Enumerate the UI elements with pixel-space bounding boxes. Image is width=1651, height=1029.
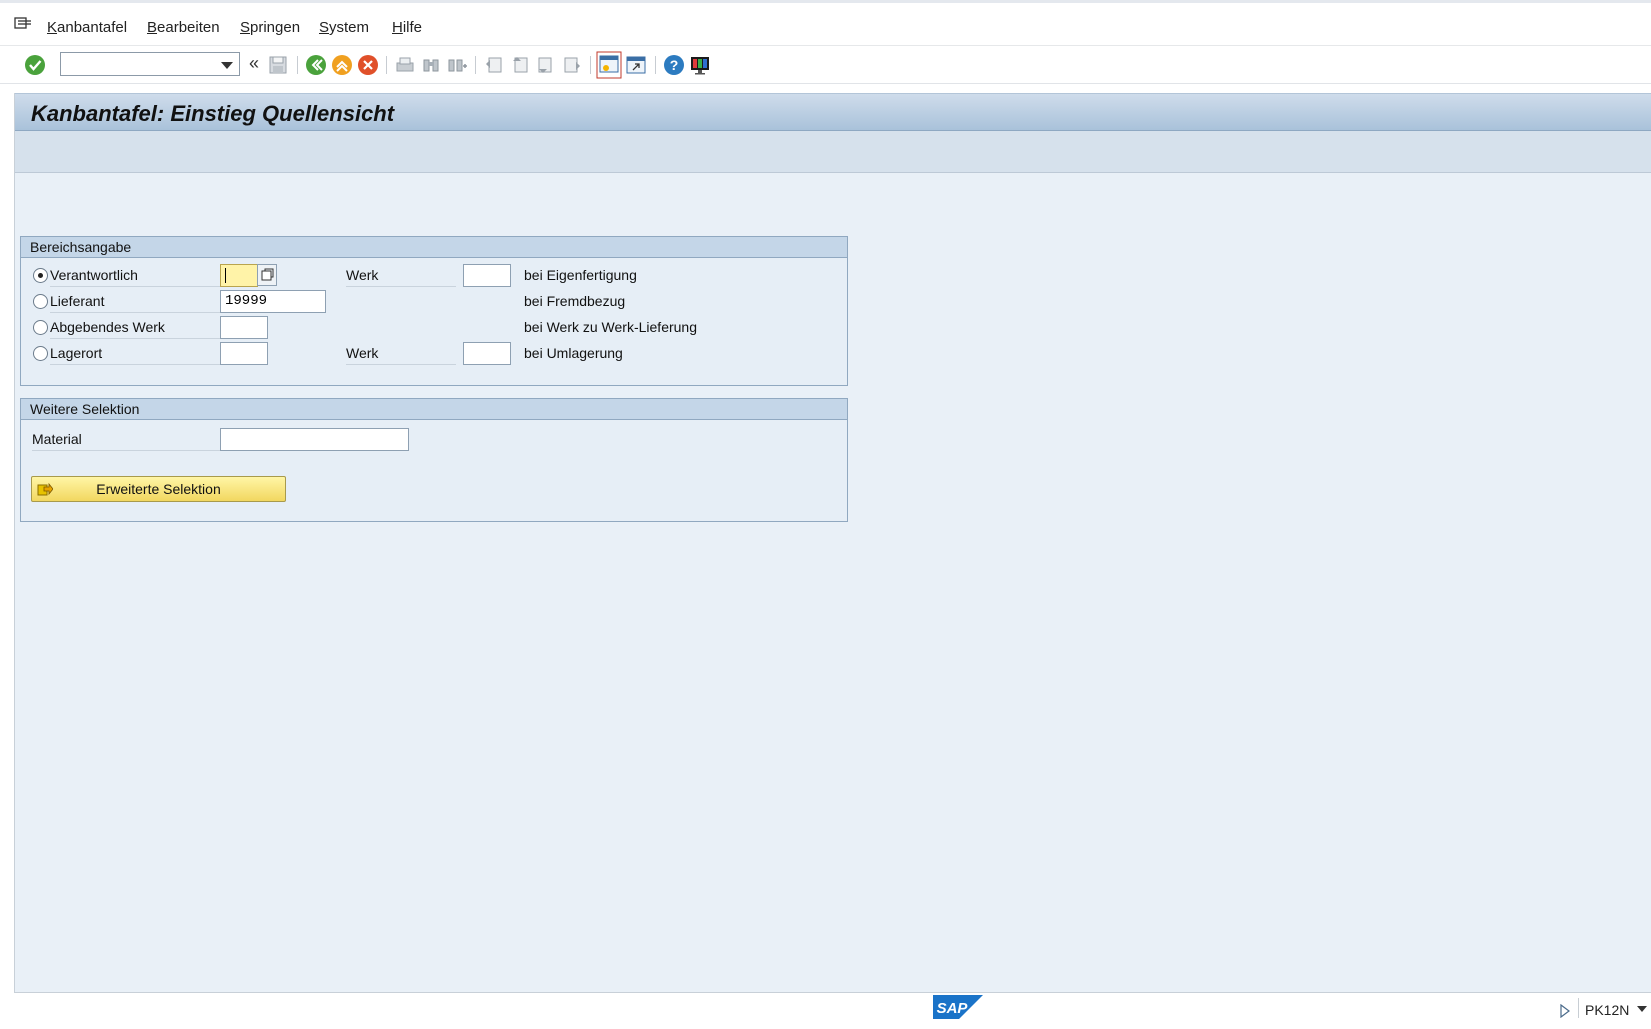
back-icon[interactable] xyxy=(305,54,327,76)
hint-eigenfertigung: bei Eigenfertigung xyxy=(524,267,637,283)
radio-lieferant[interactable] xyxy=(33,294,48,309)
value-help-button[interactable] xyxy=(257,264,277,286)
erweiterte-selektion-label: Erweiterte Selektion xyxy=(96,481,221,497)
lieferant-input[interactable]: 19999 xyxy=(220,290,326,313)
label-lagerort: Lagerort xyxy=(50,341,233,365)
label-abgebendes-werk: Abgebendes Werk xyxy=(50,315,233,339)
svg-text:SAP: SAP xyxy=(937,1000,969,1017)
radio-abgebendes-werk[interactable] xyxy=(33,320,48,335)
toolbar-separator xyxy=(297,56,298,74)
status-bar: SAP PK12N xyxy=(0,994,1651,1029)
label-lieferant: Lieferant xyxy=(50,289,233,313)
cancel-icon[interactable] xyxy=(357,54,379,76)
main-panel: Kanbantafel: Einstieg Quellensicht Berei… xyxy=(14,93,1651,993)
transaction-code[interactable]: PK12N xyxy=(1585,1002,1629,1018)
group-bereichsangabe: Bereichsangabe Verantwortlich Werk bei E… xyxy=(20,236,848,386)
werk-input-1[interactable] xyxy=(463,264,511,287)
customize-layout-icon[interactable] xyxy=(689,54,711,76)
expand-status-icon[interactable] xyxy=(1560,1004,1570,1018)
group-weitere-selektion: Weitere Selektion Material Erweiterte Se… xyxy=(20,398,848,522)
menu-kanbantafel[interactable]: Kanbantafel xyxy=(47,19,127,36)
verantwortlich-input[interactable] xyxy=(220,264,258,287)
page-title: Kanbantafel: Einstieg Quellensicht xyxy=(31,101,395,126)
menu-system[interactable]: System xyxy=(319,19,369,36)
group-header: Weitere Selektion xyxy=(21,399,847,420)
new-session-icon[interactable] xyxy=(596,51,622,79)
svg-text:?: ? xyxy=(670,57,679,73)
last-page-icon[interactable] xyxy=(561,54,583,76)
label-werk: Werk xyxy=(346,263,456,287)
next-page-icon[interactable] xyxy=(535,54,557,76)
menu-bar: Kanbantafel Bearbeiten Springen System H… xyxy=(0,0,1651,46)
toolbar-separator xyxy=(475,56,476,74)
material-input[interactable] xyxy=(220,428,409,451)
first-page-icon[interactable] xyxy=(483,54,505,76)
toolbar-separator xyxy=(590,56,591,74)
radio-lagerort[interactable] xyxy=(33,346,48,361)
hint-fremdbezug: bei Fremdbezug xyxy=(524,293,626,309)
application-toolbar xyxy=(15,131,1651,173)
shortcut-icon[interactable] xyxy=(625,54,647,76)
print-icon[interactable] xyxy=(394,54,416,76)
prev-page-icon[interactable] xyxy=(509,54,531,76)
label-werk: Werk xyxy=(346,341,456,365)
command-field[interactable] xyxy=(60,52,240,76)
collapse-command-icon[interactable]: « xyxy=(249,53,259,74)
enter-icon[interactable] xyxy=(24,54,46,76)
sap-logo: SAP xyxy=(933,995,983,1019)
text-caret xyxy=(225,268,226,283)
erweiterte-selektion-button[interactable]: Erweiterte Selektion xyxy=(31,476,286,502)
toolbar-separator xyxy=(386,56,387,74)
status-separator xyxy=(1578,998,1579,1018)
abgebendes-werk-input[interactable] xyxy=(220,316,268,339)
menu-hilfe[interactable]: Hilfe xyxy=(392,19,422,36)
find-next-icon[interactable] xyxy=(446,54,468,76)
execute-icon xyxy=(37,482,53,496)
copy-icon xyxy=(261,268,274,281)
menu-icon[interactable] xyxy=(14,16,32,32)
exit-icon[interactable] xyxy=(331,54,353,76)
chevron-down-icon[interactable] xyxy=(221,62,233,69)
save-icon[interactable] xyxy=(267,54,289,76)
label-verantwortlich: Verantwortlich xyxy=(50,263,233,287)
toolbar-separator xyxy=(655,56,656,74)
lagerort-input[interactable] xyxy=(220,342,268,365)
hint-umlagerung: bei Umlagerung xyxy=(524,345,623,361)
radio-verantwortlich[interactable] xyxy=(33,268,48,283)
system-toolbar: « ? xyxy=(0,46,1651,84)
hint-werk-zu-werk: bei Werk zu Werk-Lieferung xyxy=(524,319,697,335)
label-material: Material xyxy=(32,427,222,451)
werk-input-2[interactable] xyxy=(463,342,511,365)
help-icon[interactable]: ? xyxy=(663,54,685,76)
menu-springen[interactable]: Springen xyxy=(240,19,300,36)
title-bar: Kanbantafel: Einstieg Quellensicht xyxy=(15,93,1651,131)
find-icon[interactable] xyxy=(420,54,442,76)
chevron-down-icon[interactable] xyxy=(1637,1006,1647,1012)
group-header: Bereichsangabe xyxy=(21,237,847,258)
menu-bearbeiten[interactable]: Bearbeiten xyxy=(147,19,220,36)
